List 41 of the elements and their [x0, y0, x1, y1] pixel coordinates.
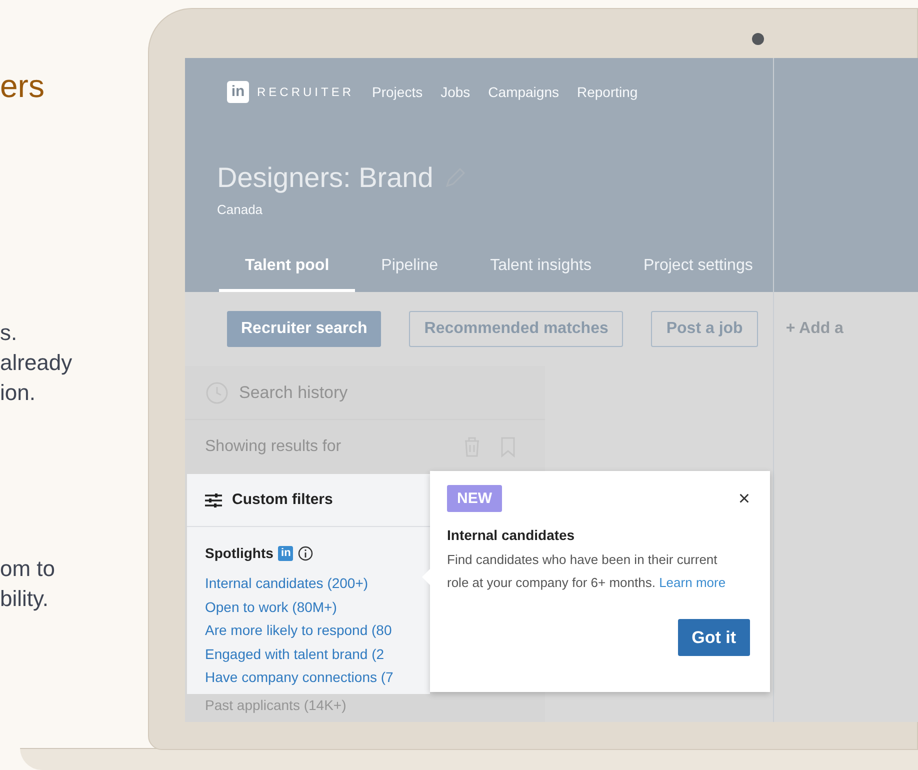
slide-text: already — [0, 349, 72, 377]
popover-title: Internal candidates — [447, 526, 576, 545]
tab[interactable]: Project settings — [617, 242, 779, 292]
slide-text: ion. — [0, 379, 36, 407]
nav-link[interactable]: Campaigns — [488, 82, 559, 102]
project-title: Designers: Brand — [217, 161, 434, 195]
brand-name: RECRUITER — [257, 84, 354, 101]
spotlight-link[interactable]: Engaged with talent brand (2 — [205, 642, 384, 666]
nav-link[interactable]: Jobs — [440, 82, 470, 102]
tab[interactable]: Talent pool — [219, 242, 356, 292]
popover-text: Find candidates who have been in their current role at your company for 6+ months. Learn more — [447, 551, 727, 592]
results-label: Showing results for — [205, 437, 342, 457]
slide-text: bility. — [0, 585, 48, 613]
past-applicants-link[interactable]: Past applicants (14K+) — [185, 695, 346, 716]
custom-filters-title[interactable]: Custom filters — [232, 488, 333, 512]
spotlight-link[interactable]: Are more likely to respond (80 — [205, 619, 392, 642]
slide-heading: ers — [0, 67, 44, 106]
learn-more-link[interactable]: Learn more — [659, 575, 726, 590]
tab[interactable]: Pipeline — [355, 242, 464, 292]
slide-text: s. — [0, 319, 18, 347]
new-badge: NEW — [447, 485, 502, 512]
close-button[interactable]: × — [738, 489, 750, 509]
spotlights-title: Spotlights — [205, 544, 274, 563]
info-icon[interactable] — [298, 546, 314, 561]
slide-text: om to — [0, 555, 56, 583]
got-it-button[interactable]: Got it — [678, 619, 750, 656]
outline-button[interactable]: Post a job — [651, 311, 758, 347]
outline-button[interactable]: Recommended matches — [409, 311, 624, 347]
spotlight-link[interactable]: Have company connections (7 — [205, 666, 394, 690]
search-button[interactable]: Recruiter search — [227, 311, 382, 347]
logo-icon: in — [227, 81, 249, 103]
sliders-icon — [205, 492, 222, 508]
linkedin-badge: in — [278, 546, 294, 561]
search-history-link[interactable]: Search history — [239, 380, 348, 406]
spotlight-link[interactable]: Open to work (80M+) — [205, 596, 337, 619]
nav-link[interactable]: Projects — [372, 82, 423, 102]
spotlight-link[interactable]: Internal candidates (200+) — [205, 572, 368, 596]
nav-link[interactable]: Reporting — [577, 82, 638, 102]
add-button[interactable]: + Add a — [786, 317, 844, 341]
project-location: Canada — [216, 201, 263, 219]
tab[interactable]: Talent insights — [464, 242, 618, 292]
